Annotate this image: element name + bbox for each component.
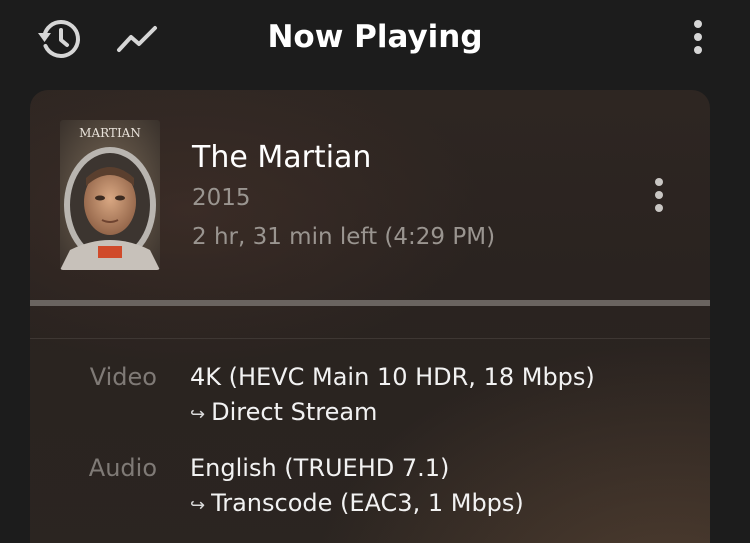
audio-decision-text: Transcode (EAC3, 1 Mbps) [211,489,524,517]
more-vertical-icon [655,178,663,212]
divider [30,338,710,339]
now-playing-screen: Now Playing MARTIAN The Martian 2015 2 h… [0,0,750,543]
top-bar: Now Playing [0,0,750,78]
redirect-arrow-icon: ↪ [190,495,206,516]
video-label: Video [89,363,157,391]
audio-label: Audio [88,454,157,482]
audio-decision: ↪ Transcode (EAC3, 1 Mbps) [190,486,524,523]
page-title: Now Playing [267,19,483,55]
time-remaining: 2 hr, 31 min left (4:29 PM) [192,224,496,250]
more-vertical-icon [694,20,702,54]
poster-image [60,120,160,270]
redirect-arrow-icon: ↪ [190,404,206,425]
more-options-button[interactable] [683,12,713,62]
media-poster[interactable]: MARTIAN [60,120,160,270]
playback-progress-bar [30,300,710,306]
video-decision: ↪ Direct Stream [190,395,377,432]
media-title: The Martian [192,140,372,175]
poster-title: MARTIAN [79,126,141,140]
session-card[interactable]: MARTIAN The Martian 2015 2 hr, 31 min le… [30,90,710,543]
video-decision-text: Direct Stream [211,398,378,426]
media-year: 2015 [192,185,251,211]
video-value: 4K (HEVC Main 10 HDR, 18 Mbps) [190,363,595,391]
session-more-button[interactable] [644,170,674,220]
audio-value: English (TRUEHD 7.1) [190,454,450,482]
